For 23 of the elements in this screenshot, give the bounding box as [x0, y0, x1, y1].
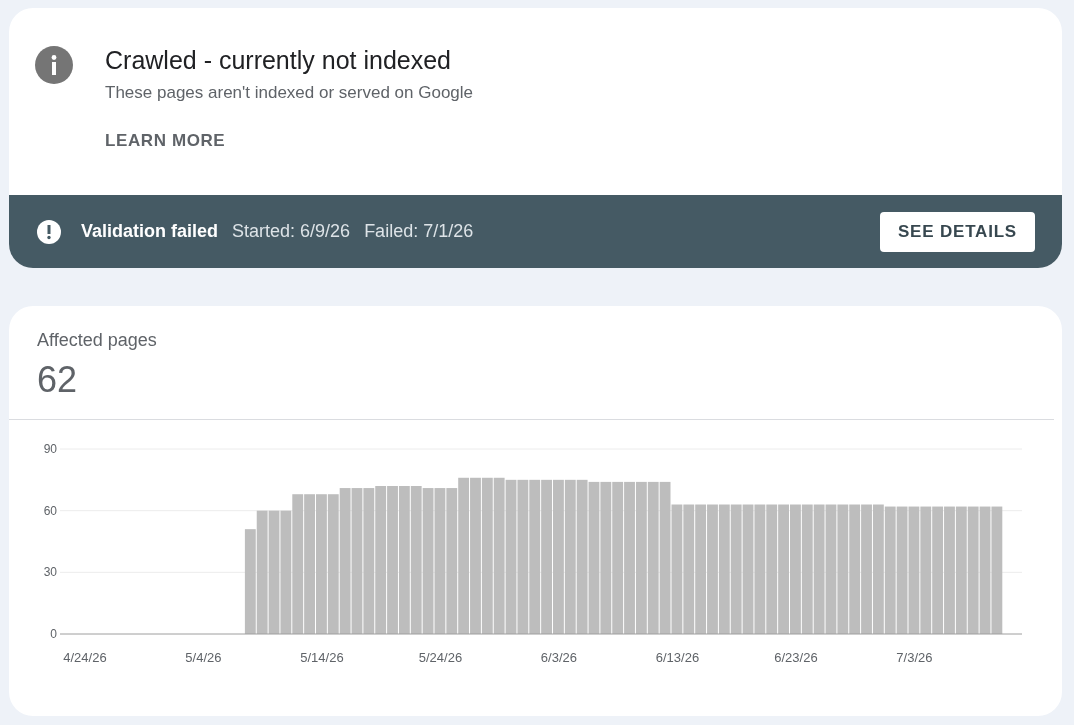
- axis-label: 6/23/26: [774, 650, 818, 665]
- axis-label: 0: [50, 627, 57, 641]
- axis-label: 90: [43, 442, 57, 456]
- metric-label: Affected pages: [36, 329, 158, 351]
- axis-label: 7/3/26: [896, 650, 933, 665]
- validation-status: Validation failed: [81, 221, 219, 242]
- info-icon: [35, 46, 73, 84]
- axis-label: 5/4/26: [185, 650, 222, 665]
- axis-label: 5/24/26: [418, 650, 463, 665]
- axis-label: 6/13/26: [655, 650, 700, 665]
- started-date: Started: 6/9/26: [232, 221, 351, 242]
- see-details-button[interactable]: SEE DETAILS: [880, 211, 1035, 252]
- axis-label: 4/24/26: [63, 650, 107, 665]
- learn-more-link[interactable]: LEARN MORE: [105, 131, 226, 151]
- axis-label: 30: [43, 565, 57, 580]
- alert-icon: [37, 219, 61, 244]
- issue-title: Crawled - currently not indexed: [105, 46, 451, 75]
- metric-value: 62: [36, 358, 79, 401]
- axis-label: 60: [43, 503, 57, 518]
- axis-label: 6/3/26: [540, 650, 577, 665]
- failed-date: Failed: 7/1/26: [364, 221, 474, 242]
- axis-label: 5/14/26: [300, 650, 344, 665]
- issue-description: These pages aren't indexed or served on Google: [105, 83, 474, 103]
